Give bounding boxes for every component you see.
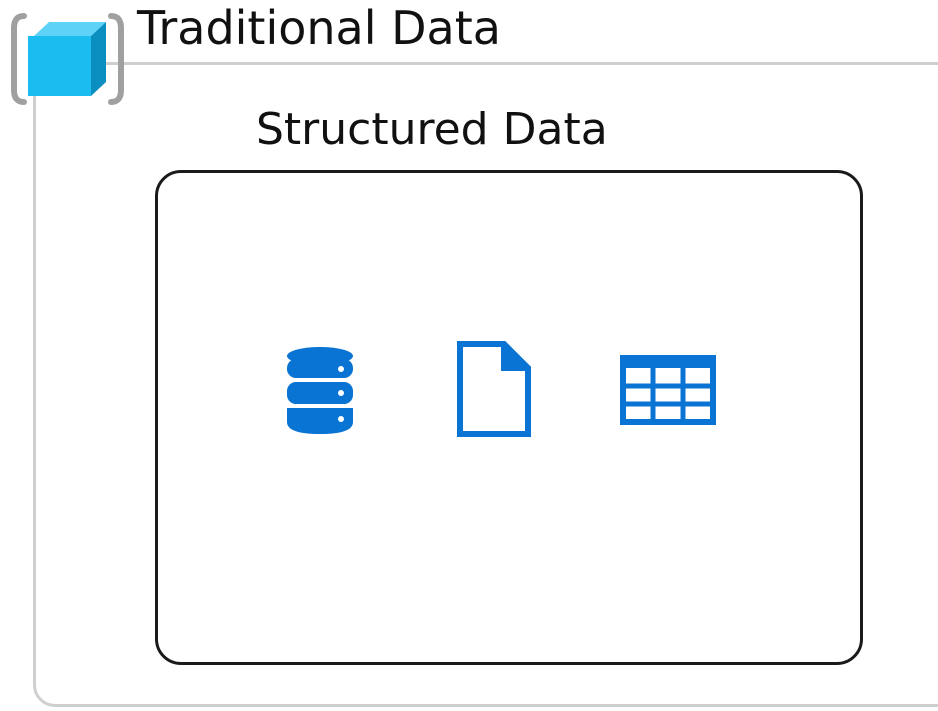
cube-icon xyxy=(11,13,124,105)
structured-data-title: Structured Data xyxy=(256,104,608,155)
table-icon xyxy=(620,355,716,425)
file-icon xyxy=(457,341,531,437)
traditional-data-title: Traditional Data xyxy=(137,1,501,55)
database-icon xyxy=(287,347,353,434)
